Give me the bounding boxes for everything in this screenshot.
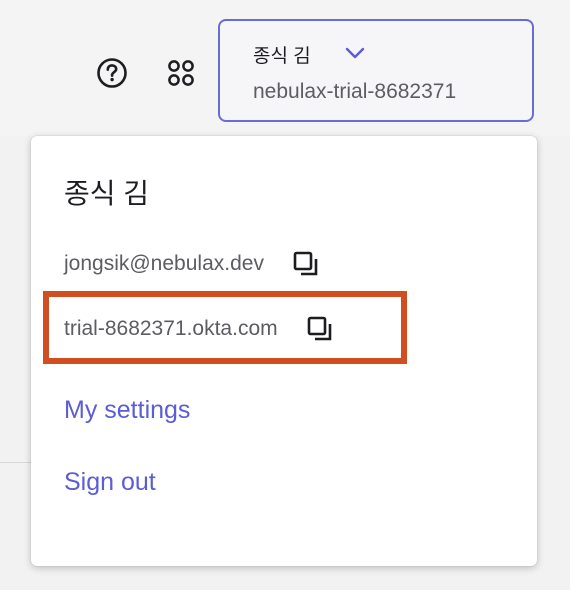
switcher-org-id: nebulax-trial-8682371 [253,80,457,103]
switcher-user-name: 종식 김 [253,46,311,67]
email-row: jongsik@nebulax.dev [64,250,320,278]
copy-icon [293,251,318,276]
apps-button[interactable] [164,56,198,90]
help-button[interactable] [95,56,129,90]
sign-out-link[interactable]: Sign out [64,468,156,497]
copy-domain-button[interactable] [306,315,334,343]
copy-icon [307,316,331,341]
help-circle-icon [97,58,127,88]
domain-row: trial-8682371.okta.com [64,315,334,343]
my-settings-link[interactable]: My settings [64,396,190,425]
divider [0,462,32,463]
chevron-down-icon [345,47,365,59]
user-email: jongsik@nebulax.dev [64,252,264,275]
org-domain: trial-8682371.okta.com [64,317,278,340]
org-switcher-button[interactable]: 종식 김 nebulax-trial-8682371 [218,19,534,122]
user-menu-dropdown: 종식 김 jongsik@nebulax.dev trial-8682371.o… [31,136,537,566]
copy-email-button[interactable] [292,250,320,278]
dropdown-user-name: 종식 김 [64,178,150,209]
apps-grid-icon [168,60,194,86]
